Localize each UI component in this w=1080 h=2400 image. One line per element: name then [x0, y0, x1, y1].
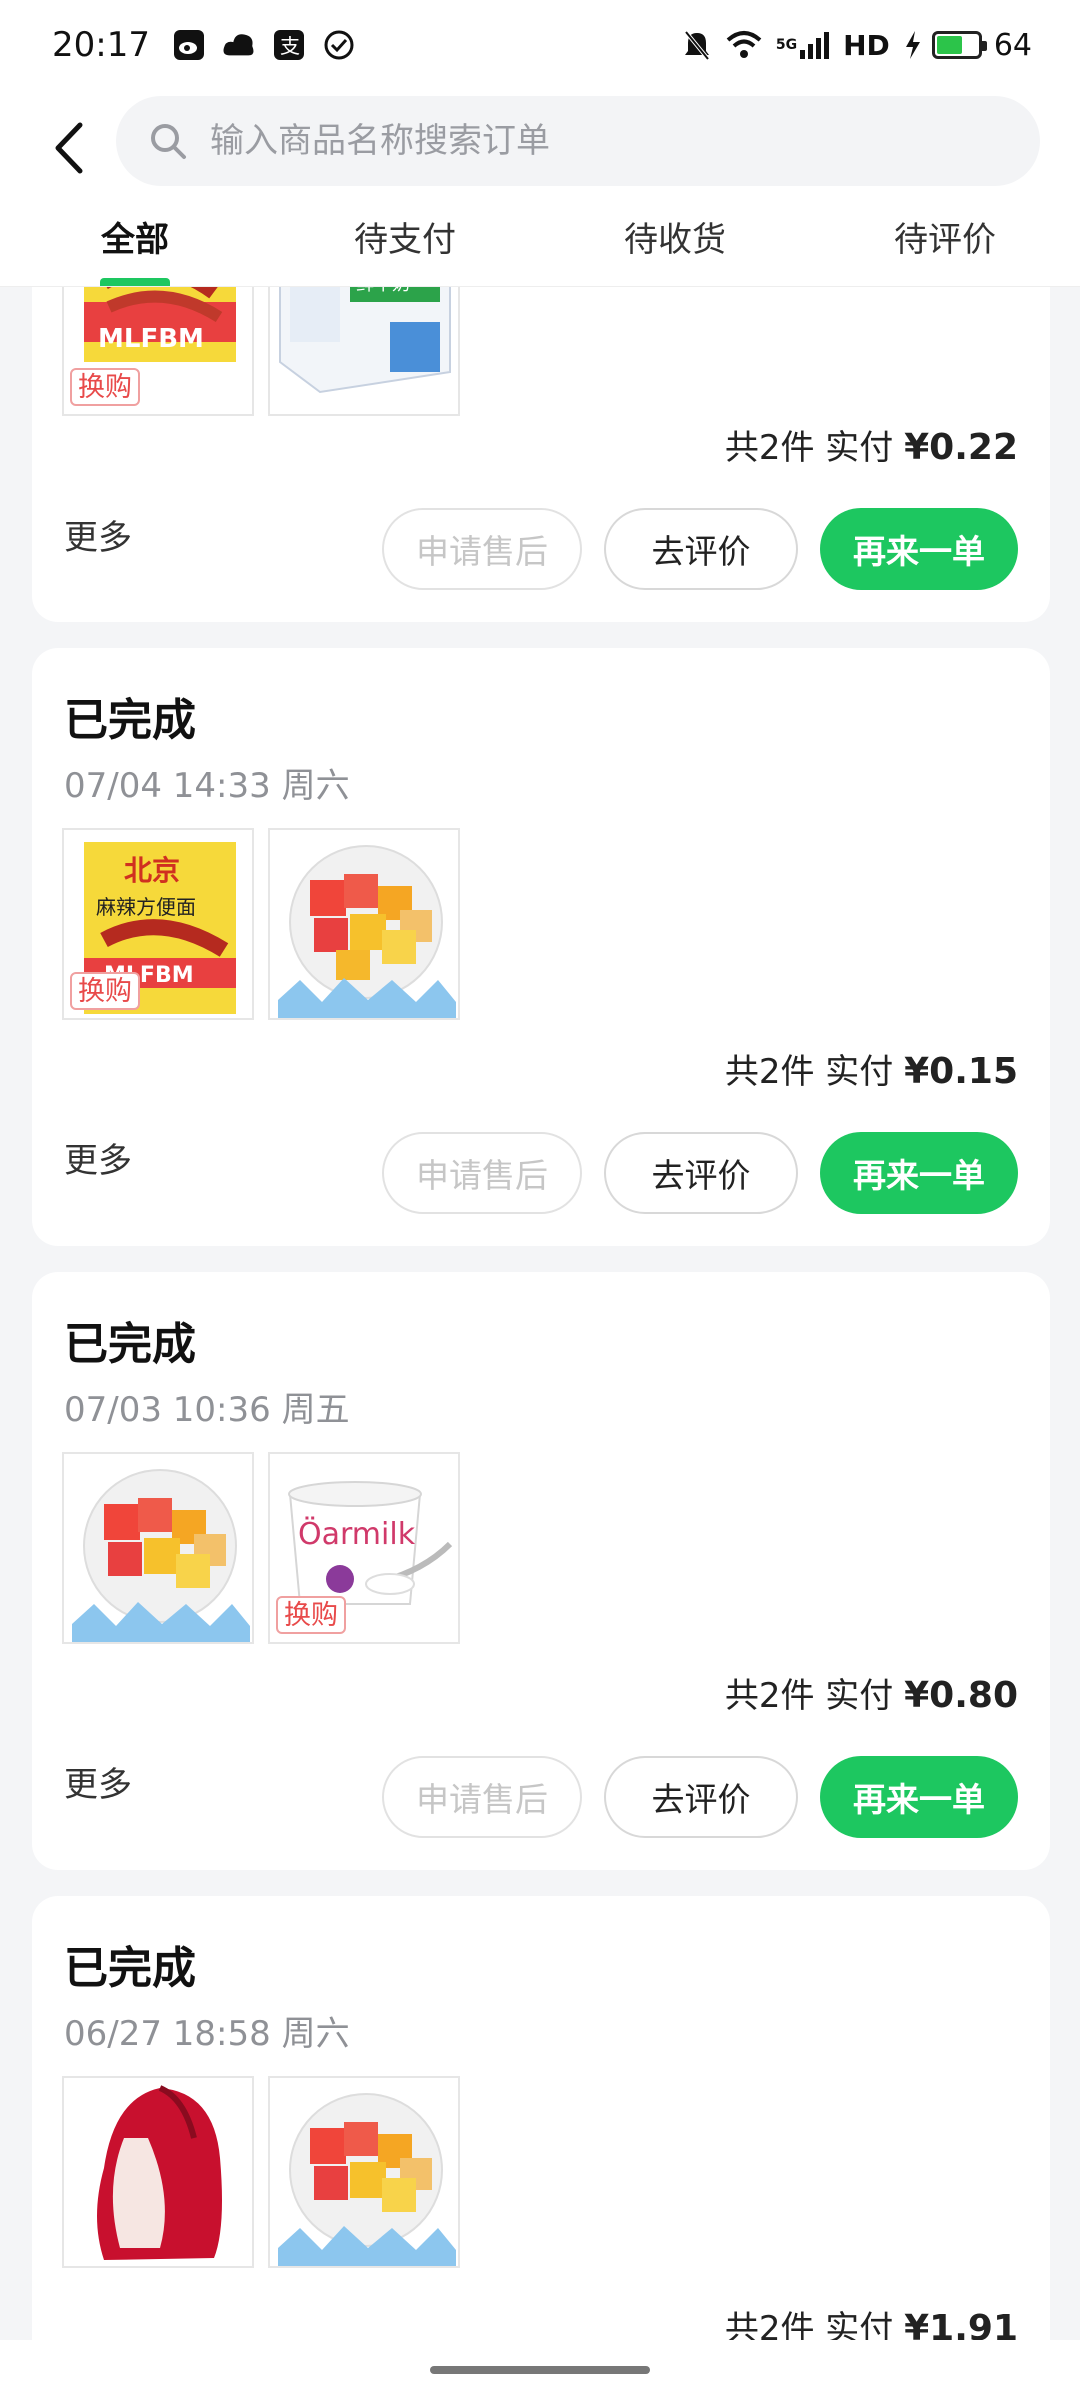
after-sale-button[interactable]: 申请售后	[382, 508, 582, 590]
chevron-left-icon	[55, 122, 83, 174]
review-button[interactable]: 去评价	[604, 508, 798, 590]
swap-tag: 换购	[276, 1596, 346, 1634]
order-card[interactable]: MLFBM 换购 鲜牛奶 共2件 实付 ¥0.22 更多 申请售后	[32, 220, 1050, 622]
cloud-icon	[222, 28, 256, 62]
search-bar[interactable]	[116, 96, 1040, 186]
signal-icon: 5G	[775, 30, 830, 60]
yogurt-brand-label: Öarmilk	[298, 1516, 416, 1552]
tab-label: 待收货	[624, 220, 726, 260]
order-date: 07/04 14:33 周六	[64, 766, 350, 806]
active-tab-indicator	[100, 278, 170, 286]
alipay-icon: 支	[272, 28, 306, 62]
more-button[interactable]: 更多	[64, 1757, 132, 1806]
battery-icon	[931, 31, 987, 59]
search-input[interactable]	[210, 121, 970, 161]
svg-text:支: 支	[280, 34, 300, 58]
order-card[interactable]: 已完成 07/03 10:36 周五 Öarmilk 换购 共2件 实付 ¥0.…	[32, 1272, 1050, 1870]
swap-tag: 换购	[70, 972, 140, 1010]
battery-level-fill	[936, 36, 963, 54]
after-sale-button[interactable]: 申请售后	[382, 1132, 582, 1214]
battery-percent: 64	[993, 27, 1032, 63]
fruit-cup-image	[278, 2093, 456, 2266]
swap-tag: 换购	[70, 368, 140, 406]
weibo-icon	[172, 28, 206, 62]
order-list-page: MLFBM 换购 鲜牛奶 共2件 实付 ¥0.22 更多 申请售后	[0, 0, 1080, 2400]
order-date: 07/03 10:36 周五	[64, 1390, 350, 1430]
status-time: 20:17	[52, 25, 150, 65]
status-bar: 20:17 支 5G HD 64	[0, 0, 1080, 90]
order-status: 已完成	[64, 1319, 196, 1370]
tab-all[interactable]: 全部	[0, 202, 270, 286]
svg-text:北京: 北京	[124, 854, 180, 887]
status-left: 20:17 支	[52, 25, 372, 65]
order-card[interactable]: 已完成 07/04 14:33 周六 北京 麻辣方便面 MLFBM 换购 共2件…	[32, 648, 1050, 1246]
order-total: 共2件 实付 ¥0.80	[725, 1668, 1018, 1717]
back-button[interactable]	[52, 116, 98, 180]
page-header: 全部 待支付 待收货 待评价	[0, 90, 1080, 287]
order-summary-label: 共2件 实付	[724, 1052, 894, 1092]
product-thumbnail[interactable]: Öarmilk 换购	[268, 1452, 460, 1644]
svg-text:麻辣方便面: 麻辣方便面	[96, 895, 196, 919]
wax-apple-image	[97, 2085, 222, 2260]
search-icon	[151, 124, 186, 159]
more-button[interactable]: 更多	[64, 510, 132, 559]
svg-text:MLFBM: MLFBM	[98, 324, 204, 354]
order-date: 06/27 18:58 周六	[64, 2014, 350, 2054]
tab-pending-receipt[interactable]: 待收货	[540, 202, 810, 286]
network-type-label: 5G	[775, 37, 798, 53]
order-amount: ¥0.15	[904, 1051, 1018, 1092]
product-thumbnail[interactable]	[268, 2076, 460, 2268]
hd-label: HD	[843, 28, 890, 62]
charging-bolt-icon	[904, 30, 922, 60]
order-summary-label: 共2件 实付	[724, 428, 894, 468]
order-list[interactable]: MLFBM 换购 鲜牛奶 共2件 实付 ¥0.22 更多 申请售后	[0, 0, 1080, 2400]
order-total: 共2件 实付 ¥0.15	[725, 1044, 1018, 1093]
review-button[interactable]: 去评价	[604, 1756, 798, 1838]
tab-label: 待支付	[354, 220, 456, 260]
tab-pending-payment[interactable]: 待支付	[270, 202, 540, 286]
order-card[interactable]: 已完成 06/27 18:58 周六 共2件 实付 ¥1.91	[32, 1896, 1050, 2400]
more-button[interactable]: 更多	[64, 1133, 132, 1182]
after-sale-button[interactable]: 申请售后	[382, 1756, 582, 1838]
fruit-cup-image	[278, 845, 456, 1018]
order-amount: ¥0.22	[904, 427, 1018, 468]
order-status: 已完成	[64, 695, 196, 746]
home-indicator[interactable]	[430, 2366, 650, 2374]
tab-label: 全部	[101, 220, 169, 260]
wifi-icon	[726, 30, 762, 60]
tab-pending-review[interactable]: 待评价	[810, 202, 1080, 286]
reorder-button[interactable]: 再来一单	[820, 1132, 1018, 1214]
order-amount: ¥0.80	[904, 1675, 1018, 1716]
status-right: 5G HD 64	[668, 28, 1032, 63]
order-summary-label: 共2件 实付	[724, 1676, 894, 1716]
reorder-button[interactable]: 再来一单	[820, 508, 1018, 590]
reorder-button[interactable]: 再来一单	[820, 1756, 1018, 1838]
tab-label: 待评价	[894, 220, 996, 260]
product-thumbnail[interactable]	[62, 2076, 254, 2268]
product-thumbnail[interactable]: 北京 麻辣方便面 MLFBM 换购	[62, 828, 254, 1020]
navigation-bar	[0, 2340, 1080, 2400]
order-status: 已完成	[64, 1943, 196, 1994]
mute-bell-icon	[682, 29, 712, 61]
product-thumbnail[interactable]	[268, 828, 460, 1020]
fruit-cup-image	[72, 1469, 250, 1642]
product-thumbnail[interactable]	[62, 1452, 254, 1644]
order-total: 共2件 实付 ¥0.22	[725, 420, 1018, 469]
check-circle-icon	[322, 28, 356, 62]
review-button[interactable]: 去评价	[604, 1132, 798, 1214]
order-tabs: 全部 待支付 待收货 待评价	[0, 202, 1080, 287]
